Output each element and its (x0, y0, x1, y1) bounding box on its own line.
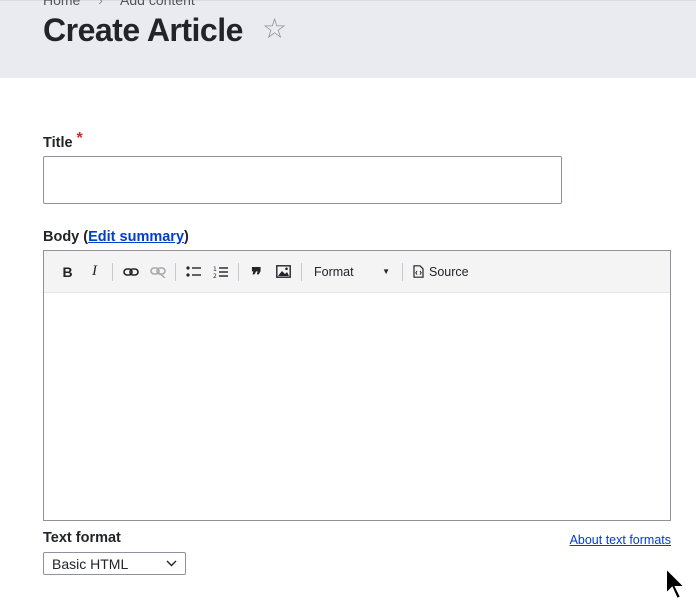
italic-icon: I (92, 263, 97, 279)
body-label: Body (Edit summary) (43, 229, 189, 245)
title-label: Title * (43, 130, 83, 152)
italic-button[interactable]: I (81, 258, 108, 285)
breadcrumb-separator: › (98, 0, 103, 8)
page-header: Home › Add content Create Article ☆ (0, 0, 696, 78)
format-label: Format (314, 264, 354, 279)
bold-button[interactable]: B (54, 258, 81, 285)
title-label-text: Title (43, 135, 73, 151)
link-button[interactable] (117, 258, 144, 285)
format-dropdown[interactable]: Format ▼ (306, 258, 398, 285)
caret-down-icon: ▼ (382, 267, 390, 276)
toolbar-divider (301, 262, 302, 281)
star-icon[interactable]: ☆ (262, 15, 287, 43)
source-button[interactable]: Source (407, 258, 475, 285)
edit-summary-link[interactable]: Edit summary (88, 229, 184, 245)
image-icon (276, 265, 291, 278)
toolbar-divider (238, 262, 239, 281)
body-editor-content[interactable] (44, 293, 670, 519)
body-editor: B I 12 ❞ Format ▼ Source (43, 250, 671, 521)
chevron-down-icon (166, 560, 177, 567)
source-icon (413, 265, 424, 278)
unlink-button[interactable] (144, 258, 171, 285)
toolbar-divider (402, 262, 403, 281)
blockquote-icon: ❞ (251, 262, 262, 287)
body-label-text: Body ( (43, 229, 89, 245)
blockquote-button[interactable]: ❞ (243, 258, 270, 287)
image-button[interactable] (270, 258, 297, 285)
numbered-list-button[interactable]: 12 (207, 258, 234, 285)
page-title: Create Article (43, 12, 243, 48)
svg-text:2: 2 (213, 273, 217, 279)
about-text-formats-link[interactable]: About text formats (570, 533, 671, 547)
bold-icon: B (62, 263, 73, 280)
link-icon (122, 267, 139, 276)
breadcrumb-home[interactable]: Home (43, 0, 80, 8)
required-marker: * (76, 130, 83, 147)
bulleted-list-icon (185, 265, 201, 277)
text-format-label: Text format (43, 530, 121, 546)
text-format-selected: Basic HTML (52, 555, 129, 572)
mouse-pointer-icon (665, 566, 688, 601)
source-label: Source (429, 264, 469, 279)
toolbar-divider (112, 262, 113, 281)
unlink-icon (149, 266, 166, 278)
numbered-list-icon: 12 (213, 266, 228, 279)
breadcrumb: Home › Add content (43, 0, 195, 8)
body-label-suffix: ) (184, 229, 189, 245)
editor-toolbar: B I 12 ❞ Format ▼ Source (44, 251, 670, 293)
bulleted-list-button[interactable] (180, 258, 207, 285)
breadcrumb-add-content[interactable]: Add content (120, 0, 195, 8)
title-input[interactable] (43, 156, 562, 204)
toolbar-divider (175, 262, 176, 281)
text-format-select[interactable]: Basic HTML (43, 552, 186, 575)
svg-text:1: 1 (213, 266, 217, 273)
